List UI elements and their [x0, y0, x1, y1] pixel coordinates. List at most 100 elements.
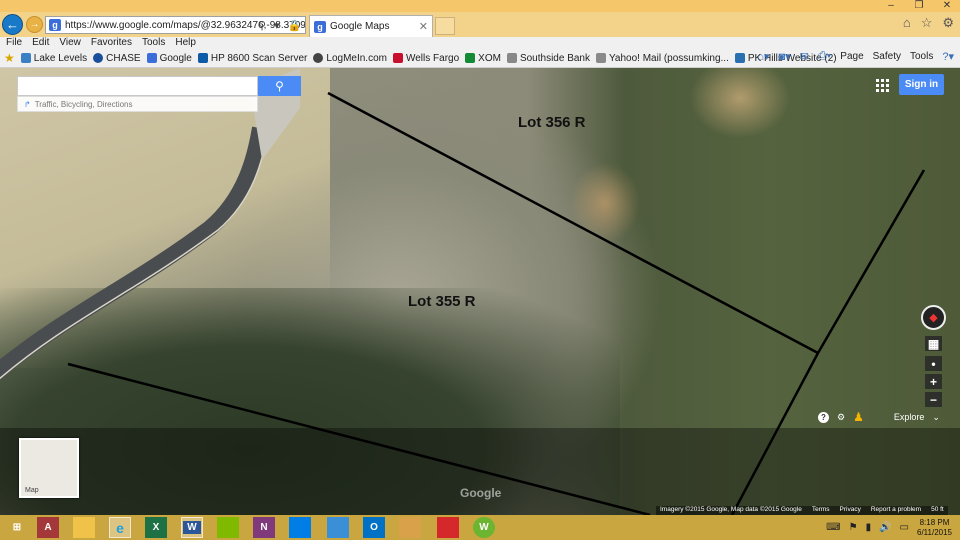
page-menu[interactable]: Page: [840, 51, 863, 62]
keyboard-icon[interactable]: ⌨: [826, 522, 840, 533]
favorite-logmein[interactable]: LogMeIn.com: [313, 53, 387, 64]
satellite-map[interactable]: Lot 356 R Lot 355 R ⚲ ↱ Traffic, Bicycli…: [0, 68, 960, 515]
acrobat-app-icon[interactable]: [437, 517, 459, 538]
excel-app-icon[interactable]: X: [145, 517, 167, 538]
zoom-out-button[interactable]: −: [925, 392, 942, 407]
report-problem-link[interactable]: Report a problem: [871, 506, 921, 515]
favorite-chase[interactable]: CHASE: [93, 53, 141, 64]
favorite-wells-fargo[interactable]: Wells Fargo: [392, 52, 460, 64]
menu-file[interactable]: File: [6, 37, 22, 49]
favorite-label: XOM: [478, 52, 501, 64]
help-icon[interactable]: ?: [818, 411, 829, 423]
mail-icon[interactable]: ✉: [800, 50, 809, 63]
tab-google-maps[interactable]: g Google Maps ✕: [309, 15, 433, 37]
privacy-link[interactable]: Privacy: [840, 506, 861, 515]
tilt-icon[interactable]: ▦: [925, 336, 942, 351]
google-icon: [146, 53, 157, 63]
explore-button[interactable]: Explore: [894, 412, 925, 422]
map-attribution: Imagery ©2015 Google, Map data ©2015 Goo…: [656, 506, 948, 515]
lot-label-356: Lot 356 R: [518, 114, 586, 131]
gear-icon[interactable]: ⚙: [942, 15, 954, 31]
favorite-hp-scan-server[interactable]: HP 8600 Scan Server: [197, 53, 307, 64]
favorites-star-icon[interactable]: ★: [4, 51, 15, 65]
menu-edit[interactable]: Edit: [32, 37, 49, 49]
rotate-icon[interactable]: •: [925, 356, 942, 371]
w-app-icon[interactable]: W: [473, 517, 495, 538]
print-icon[interactable]: ⎙▾: [818, 50, 831, 63]
games-app-icon[interactable]: [217, 517, 239, 538]
help-icon[interactable]: ?▾: [942, 50, 954, 63]
lock-icon[interactable]: 🔒: [288, 19, 302, 32]
favorite-label: Yahoo! Mail (possumking...: [609, 52, 729, 64]
back-button[interactable]: ←: [2, 14, 23, 35]
xom-icon: [465, 53, 476, 63]
internet-explorer-icon[interactable]: e: [109, 517, 131, 538]
clock-date: 6/11/2015: [917, 527, 952, 537]
directions-bar[interactable]: ↱ Traffic, Bicycling, Directions: [17, 96, 258, 112]
file-explorer-icon[interactable]: [73, 517, 95, 538]
home-icon[interactable]: ⌂: [903, 15, 911, 31]
start-icon: ⊞: [12, 522, 22, 533]
yahoo-mail-icon: [596, 53, 606, 63]
favorite-xom[interactable]: XOM: [465, 53, 501, 64]
close-icon[interactable]: ✕: [940, 0, 954, 12]
compass-icon[interactable]: ◆: [921, 305, 946, 330]
dropbox-app-icon[interactable]: [289, 517, 311, 538]
expand-chevron-icon[interactable]: ⌄: [932, 412, 940, 423]
map-type-toggle[interactable]: Map: [19, 438, 79, 498]
start-button[interactable]: ⊞: [6, 517, 28, 538]
favorite-label: Lake Levels: [33, 52, 88, 64]
pegman-icon[interactable]: ♟: [853, 410, 864, 424]
map-search-button[interactable]: ⚲: [258, 76, 301, 96]
apps-grid-icon[interactable]: [876, 79, 889, 92]
network-app-icon[interactable]: [327, 517, 349, 538]
favorite-southside-bank[interactable]: Southside Bank: [506, 53, 590, 64]
favorite-label: Wells Fargo: [405, 52, 460, 64]
bottom-shade: [0, 428, 960, 515]
scale-label: 50 ft: [931, 506, 944, 513]
safety-menu[interactable]: Safety: [873, 51, 901, 62]
maximize-icon[interactable]: ❐: [912, 0, 926, 12]
rss-feed-icon[interactable]: ◙▾: [778, 50, 790, 63]
tab-close-icon[interactable]: ✕: [419, 20, 428, 33]
favorite-lake-levels[interactable]: Lake Levels: [20, 52, 88, 64]
wells-fargo-icon: [392, 53, 403, 63]
search-icon[interactable]: ⚲: [258, 19, 266, 32]
settings-gear-icon[interactable]: ⚙: [837, 412, 845, 423]
menu-view[interactable]: View: [59, 37, 81, 49]
outlook-app-icon[interactable]: O: [363, 517, 385, 538]
favorites-star-icon[interactable]: ☆: [921, 15, 933, 31]
dropdown-icon[interactable]: ▾: [274, 19, 280, 32]
network-icon[interactable]: ▮: [866, 522, 872, 533]
menu-help[interactable]: Help: [175, 37, 196, 49]
menu-favorites[interactable]: Favorites: [91, 37, 132, 49]
minimize-icon[interactable]: –: [884, 0, 898, 12]
lot-line-east: [816, 169, 926, 354]
menu-tools[interactable]: Tools: [142, 37, 165, 49]
access-app-icon[interactable]: A: [37, 517, 59, 538]
map-search-input[interactable]: [17, 76, 258, 96]
battery-icon[interactable]: ▭: [900, 522, 909, 533]
road: [0, 126, 268, 381]
flag-icon[interactable]: ⚑: [849, 522, 858, 533]
tools-menu[interactable]: Tools: [910, 51, 933, 62]
sign-in-button[interactable]: Sign in: [899, 74, 944, 95]
onenote-app-icon[interactable]: N: [253, 517, 275, 538]
volume-icon[interactable]: 🔊: [879, 522, 891, 533]
map-controls-row: ? ⚙ ♟ Explore ⌄: [818, 410, 940, 424]
home-icon[interactable]: ⌂▾: [757, 50, 769, 63]
terms-link[interactable]: Terms: [812, 506, 830, 515]
logmein-icon: [313, 53, 324, 63]
favorite-google[interactable]: Google: [146, 53, 192, 64]
lot-line-north: [327, 91, 819, 355]
paint-app-icon[interactable]: [399, 517, 421, 538]
favorite-yahoo-mail[interactable]: Yahoo! Mail (possumking...: [596, 53, 729, 64]
forward-button[interactable]: →: [26, 16, 43, 33]
clock[interactable]: 8:18 PM 6/11/2015: [917, 518, 952, 538]
new-tab-button[interactable]: [435, 17, 455, 35]
taskbar: ⊞ A e X W N O W ⌨ ⚑ ▮ 🔊 ▭ 8:18 PM 6/11/2…: [0, 515, 960, 540]
word-app-icon[interactable]: W: [181, 517, 203, 538]
directions-icon: ↱: [24, 99, 31, 109]
lake-levels-icon: [20, 53, 31, 63]
zoom-in-button[interactable]: +: [925, 374, 942, 389]
